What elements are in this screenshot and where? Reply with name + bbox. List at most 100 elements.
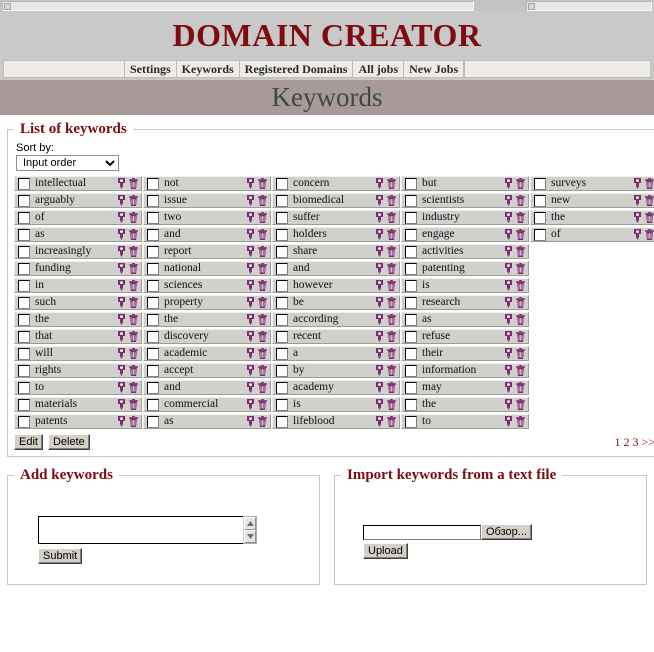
edit-pen-icon[interactable] — [246, 331, 255, 342]
delete-trash-icon[interactable] — [516, 246, 525, 257]
keyword-row[interactable]: research — [401, 295, 529, 310]
delete-trash-icon[interactable] — [129, 416, 138, 427]
edit-pen-icon[interactable] — [246, 348, 255, 359]
keyword-checkbox[interactable] — [147, 347, 159, 360]
edit-pen-icon[interactable] — [117, 280, 126, 291]
edit-pen-icon[interactable] — [117, 382, 126, 393]
delete-trash-icon[interactable] — [129, 212, 138, 223]
delete-button[interactable]: Delete — [47, 434, 90, 450]
keyword-checkbox[interactable] — [405, 245, 417, 258]
keyword-row[interactable]: industry — [401, 210, 529, 225]
keyword-row[interactable]: the — [143, 312, 271, 327]
edit-pen-icon[interactable] — [633, 195, 642, 206]
edit-pen-icon[interactable] — [117, 399, 126, 410]
delete-trash-icon[interactable] — [645, 212, 654, 223]
edit-pen-icon[interactable] — [504, 178, 513, 189]
delete-trash-icon[interactable] — [516, 382, 525, 393]
delete-trash-icon[interactable] — [258, 348, 267, 359]
edit-pen-icon[interactable] — [246, 246, 255, 257]
keyword-row[interactable]: property — [143, 295, 271, 310]
delete-trash-icon[interactable] — [516, 365, 525, 376]
delete-trash-icon[interactable] — [129, 382, 138, 393]
keyword-row[interactable]: such — [14, 295, 142, 310]
delete-trash-icon[interactable] — [258, 314, 267, 325]
edit-pen-icon[interactable] — [375, 280, 384, 291]
keyword-checkbox[interactable] — [147, 364, 159, 377]
keyword-row[interactable]: to — [401, 414, 529, 429]
keyword-checkbox[interactable] — [276, 245, 288, 258]
keyword-checkbox[interactable] — [405, 279, 417, 292]
edit-pen-icon[interactable] — [504, 382, 513, 393]
edit-pen-icon[interactable] — [375, 365, 384, 376]
delete-trash-icon[interactable] — [129, 195, 138, 206]
edit-pen-icon[interactable] — [504, 229, 513, 240]
edit-pen-icon[interactable] — [504, 314, 513, 325]
keyword-checkbox[interactable] — [18, 313, 30, 326]
keyword-row[interactable]: increasingly — [14, 244, 142, 259]
keyword-row[interactable]: of — [530, 227, 654, 242]
keyword-checkbox[interactable] — [405, 364, 417, 377]
edit-pen-icon[interactable] — [246, 365, 255, 376]
keyword-checkbox[interactable] — [18, 279, 30, 292]
keyword-checkbox[interactable] — [18, 415, 30, 428]
keyword-row[interactable]: is — [401, 278, 529, 293]
keyword-row[interactable]: but — [401, 176, 529, 191]
keyword-checkbox[interactable] — [147, 313, 159, 326]
keyword-checkbox[interactable] — [405, 228, 417, 241]
nav-item-registered-domains[interactable]: Registered Domains — [239, 60, 354, 78]
keyword-checkbox[interactable] — [405, 398, 417, 411]
sort-by-select[interactable]: Input order — [16, 155, 119, 171]
pagination-link[interactable]: 2 — [623, 435, 629, 449]
delete-trash-icon[interactable] — [258, 229, 267, 240]
edit-pen-icon[interactable] — [246, 382, 255, 393]
add-keywords-textarea[interactable] — [38, 516, 243, 544]
edit-pen-icon[interactable] — [633, 212, 642, 223]
delete-trash-icon[interactable] — [387, 280, 396, 291]
keyword-row[interactable]: two — [143, 210, 271, 225]
edit-pen-icon[interactable] — [633, 229, 642, 240]
keyword-checkbox[interactable] — [18, 381, 30, 394]
delete-trash-icon[interactable] — [516, 280, 525, 291]
keyword-row[interactable]: will — [14, 346, 142, 361]
keyword-checkbox[interactable] — [276, 415, 288, 428]
keyword-row[interactable]: academic — [143, 346, 271, 361]
keyword-checkbox[interactable] — [147, 330, 159, 343]
keyword-checkbox[interactable] — [18, 347, 30, 360]
edit-pen-icon[interactable] — [246, 212, 255, 223]
keyword-checkbox[interactable] — [18, 262, 30, 275]
keyword-row[interactable]: recent — [272, 329, 400, 344]
delete-trash-icon[interactable] — [387, 195, 396, 206]
edit-pen-icon[interactable] — [375, 229, 384, 240]
keyword-row[interactable]: as — [143, 414, 271, 429]
delete-trash-icon[interactable] — [129, 314, 138, 325]
keyword-checkbox[interactable] — [276, 194, 288, 207]
keyword-checkbox[interactable] — [276, 313, 288, 326]
delete-trash-icon[interactable] — [387, 382, 396, 393]
keyword-checkbox[interactable] — [405, 296, 417, 309]
edit-pen-icon[interactable] — [504, 416, 513, 427]
keyword-checkbox[interactable] — [18, 177, 30, 190]
keyword-checkbox[interactable] — [18, 228, 30, 241]
keyword-checkbox[interactable] — [405, 415, 417, 428]
keyword-checkbox[interactable] — [18, 330, 30, 343]
keyword-row[interactable]: as — [401, 312, 529, 327]
delete-trash-icon[interactable] — [387, 263, 396, 274]
keyword-checkbox[interactable] — [18, 245, 30, 258]
keyword-row[interactable]: the — [401, 397, 529, 412]
edit-pen-icon[interactable] — [117, 229, 126, 240]
keyword-row[interactable]: their — [401, 346, 529, 361]
edit-pen-icon[interactable] — [375, 314, 384, 325]
edit-pen-icon[interactable] — [375, 382, 384, 393]
edit-pen-icon[interactable] — [504, 263, 513, 274]
edit-pen-icon[interactable] — [375, 195, 384, 206]
keyword-checkbox[interactable] — [276, 330, 288, 343]
delete-trash-icon[interactable] — [387, 246, 396, 257]
edit-pen-icon[interactable] — [117, 365, 126, 376]
nav-item-settings[interactable]: Settings — [125, 60, 177, 78]
delete-trash-icon[interactable] — [258, 382, 267, 393]
delete-trash-icon[interactable] — [129, 246, 138, 257]
keyword-checkbox[interactable] — [276, 211, 288, 224]
delete-trash-icon[interactable] — [516, 297, 525, 308]
keyword-row[interactable]: materials — [14, 397, 142, 412]
keyword-row[interactable]: sciences — [143, 278, 271, 293]
